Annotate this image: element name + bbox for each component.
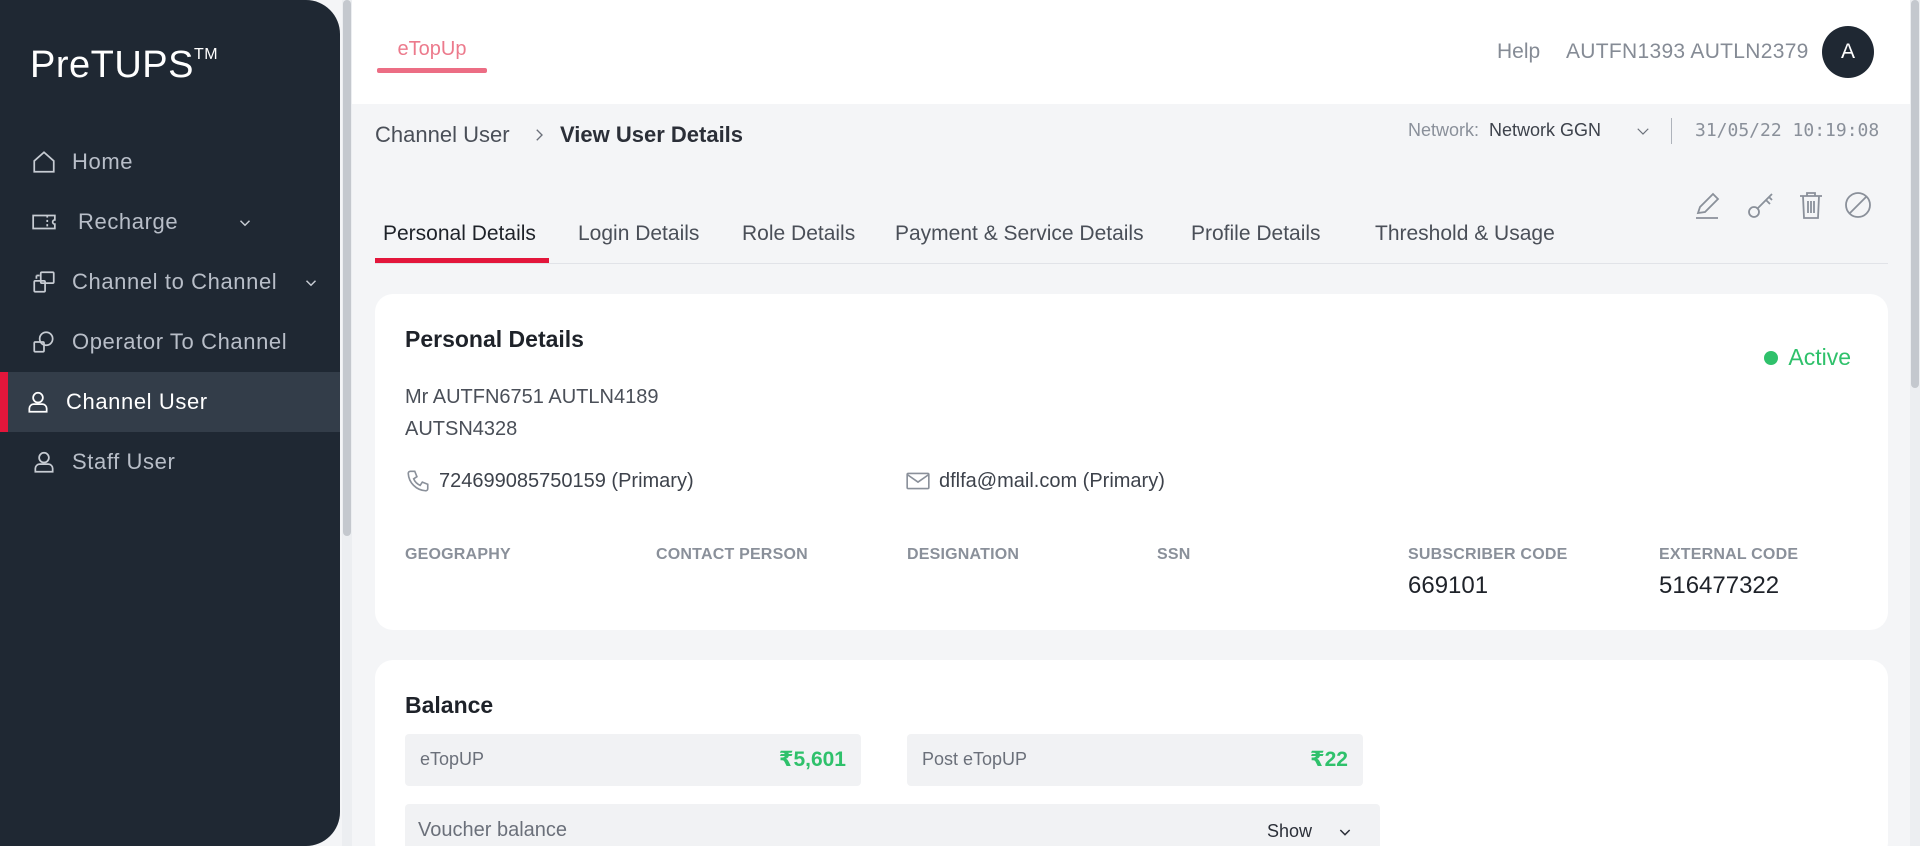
sidebar-item-operator-to-channel[interactable]: Operator To Channel: [0, 312, 340, 372]
sidebar: PreTUPSTM Home Recharge Channel to Chann…: [0, 0, 340, 846]
tab-threshold-usage[interactable]: Threshold & Usage: [1375, 222, 1555, 246]
balance-label: Post eTopUP: [922, 749, 1028, 769]
sidebar-item-staff-user[interactable]: Staff User: [0, 432, 340, 492]
sidebar-scrollbar[interactable]: [342, 0, 352, 846]
sidebar-item-home[interactable]: Home: [0, 132, 340, 192]
chevron-down-icon: [236, 212, 254, 230]
user-name[interactable]: AUTFN1393 AUTLN2379: [1566, 40, 1809, 64]
help-link[interactable]: Help: [1497, 40, 1540, 64]
chevron-down-icon[interactable]: [1337, 824, 1353, 840]
subscriber-code-label: SUBSCRIBER CODE: [1408, 546, 1568, 563]
key-icon[interactable]: [1744, 188, 1778, 222]
network-select[interactable]: Network GGN: [1489, 120, 1601, 141]
tab-role-details[interactable]: Role Details: [742, 222, 855, 246]
avatar[interactable]: A: [1822, 26, 1874, 78]
card-title: Personal Details: [405, 326, 584, 352]
page-scrollbar[interactable]: [1910, 0, 1920, 846]
contact-person-label: CONTACT PERSON: [656, 546, 808, 563]
status-badge: Active: [1764, 344, 1851, 371]
sidebar-item-label: Staff User: [72, 449, 176, 474]
channel-to-channel-icon: [30, 268, 58, 296]
designation-label: DESIGNATION: [907, 546, 1020, 563]
sidebar-item-label: Recharge: [78, 209, 179, 234]
geography-label: GEOGRAPHY: [405, 546, 511, 563]
breadcrumb-parent[interactable]: Channel User: [375, 122, 510, 148]
block-icon[interactable]: [1841, 188, 1875, 222]
page-title: View User Details: [560, 122, 744, 147]
external-code-label: EXTERNAL CODE: [1659, 546, 1799, 563]
balance-value: ₹5,601: [778, 748, 846, 771]
post-etopup-balance: Post eTopUP ₹22: [907, 734, 1363, 786]
active-tab-indicator: [375, 258, 549, 263]
user-icon: [24, 388, 52, 416]
voucher-show-button[interactable]: Show: [1267, 821, 1312, 842]
operator-to-channel-icon: [30, 328, 58, 356]
tab-login-details[interactable]: Login Details: [578, 222, 699, 246]
balance-value: ₹22: [1310, 748, 1348, 771]
voucher-balance-row: Voucher balance Show: [405, 804, 1380, 846]
tab-underline: [377, 68, 487, 73]
sidebar-item-channel-to-channel[interactable]: Channel to Channel: [0, 252, 340, 312]
balance-card: Balance eTopUP ₹5,601 Post eTopUP ₹22 Vo…: [375, 660, 1888, 846]
tab-personal-details[interactable]: Personal Details: [383, 222, 536, 246]
recharge-icon: [30, 208, 58, 236]
tab-etopup[interactable]: eTopUp: [377, 38, 487, 61]
chevron-right-icon: [530, 126, 548, 144]
user-short-name: AUTSN4328: [405, 418, 518, 440]
card-title: Balance: [405, 692, 494, 718]
sidebar-nav: Home Recharge Channel to Channel Operato…: [0, 132, 340, 492]
subscriber-code-value: 669101: [1408, 572, 1489, 599]
phone-icon: [405, 468, 431, 494]
scrollbar-thumb[interactable]: [343, 0, 351, 536]
status-dot: [1764, 350, 1779, 365]
sidebar-item-label: Channel User: [66, 389, 208, 414]
ssn-label: SSN: [1157, 546, 1191, 563]
chevron-down-icon[interactable]: [1634, 122, 1652, 140]
voucher-balance-label: Voucher balance: [418, 819, 568, 841]
delete-icon[interactable]: [1794, 188, 1828, 222]
sidebar-item-recharge[interactable]: Recharge: [0, 192, 340, 252]
phone-contact: 724699085750159 (Primary): [405, 468, 694, 494]
email-contact: dflfa@mail.com (Primary): [905, 468, 1165, 494]
top-header: eTopUp Help AUTFN1393 AUTLN2379 A: [352, 0, 1910, 104]
tab-profile-details[interactable]: Profile Details: [1191, 222, 1321, 246]
details-tabs: Personal Details Login Details Role Deta…: [375, 218, 1888, 264]
sidebar-item-label: Home: [72, 149, 134, 174]
balance-label: eTopUP: [420, 749, 485, 769]
personal-details-card: Personal Details Active Mr AUTFN6751 AUT…: [375, 294, 1888, 630]
datetime-display: 31/05/22 10:19:08: [1695, 120, 1880, 141]
sidebar-item-channel-user[interactable]: Channel User: [0, 372, 340, 432]
etopup-balance: eTopUP ₹5,601: [405, 734, 861, 786]
chevron-down-icon: [302, 272, 320, 290]
sidebar-item-label: Operator To Channel: [72, 329, 288, 354]
user-full-name: Mr AUTFN6751 AUTLN4189: [405, 386, 659, 408]
divider: [1671, 118, 1672, 144]
home-icon: [30, 148, 58, 176]
mail-icon: [905, 468, 931, 494]
scrollbar-thumb[interactable]: [1911, 0, 1919, 388]
app-logo[interactable]: PreTUPSTM: [30, 44, 218, 87]
sidebar-item-label: Channel to Channel: [72, 269, 278, 294]
tab-payment-service-details[interactable]: Payment & Service Details: [895, 222, 1144, 246]
network-label: Network:: [1408, 120, 1480, 140]
edit-icon[interactable]: [1690, 188, 1724, 222]
external-code-value: 516477322: [1659, 572, 1780, 599]
user-icon: [30, 448, 58, 476]
